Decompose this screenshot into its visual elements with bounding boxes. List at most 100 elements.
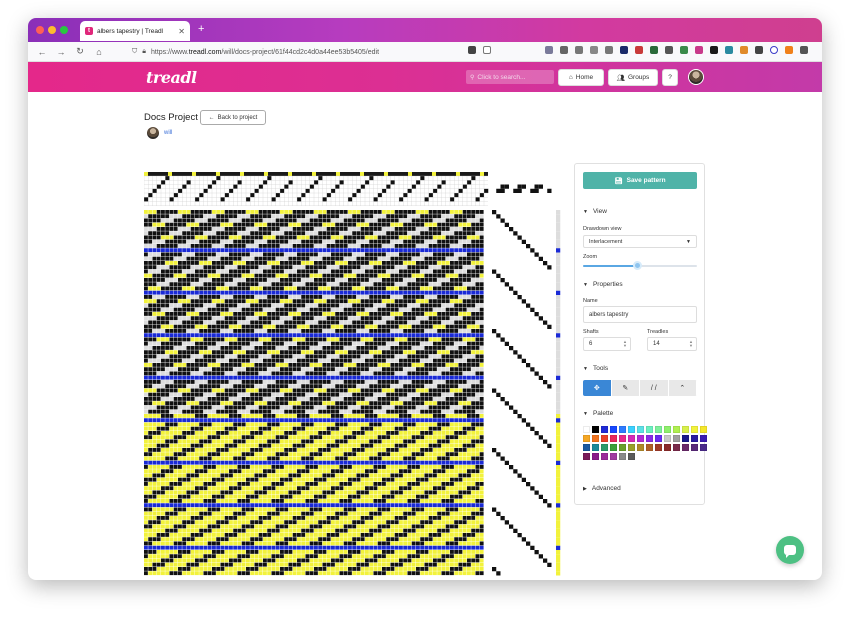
properties-section-toggle[interactable]: ▼ Properties — [583, 281, 623, 288]
extension-6-icon[interactable] — [695, 46, 703, 54]
palette-swatch[interactable] — [592, 426, 599, 433]
back-arrow-icon[interactable]: ← — [37, 47, 47, 57]
extension-9-icon[interactable] — [755, 46, 763, 54]
palette-swatch[interactable] — [619, 435, 626, 442]
help-button[interactable]: ? — [662, 69, 678, 86]
palette-swatch[interactable] — [664, 435, 671, 442]
save-pattern-button[interactable]: 💾︎ Save pattern — [583, 172, 697, 189]
chat-button[interactable] — [776, 536, 804, 564]
shafts-stepper[interactable]: 6 ▲ ▼ — [583, 337, 631, 351]
palette-swatch[interactable] — [664, 426, 671, 433]
screenshot-icon[interactable] — [605, 46, 613, 54]
extension-1-icon[interactable] — [620, 46, 628, 54]
stepper-arrows-icon[interactable]: ▲ ▼ — [689, 340, 693, 348]
qr-icon[interactable] — [468, 46, 476, 54]
minimize-window-icon[interactable] — [48, 26, 56, 34]
owner-link[interactable]: will — [164, 130, 172, 136]
forward-arrow-icon[interactable]: → — [56, 47, 66, 57]
palette-swatch[interactable] — [673, 444, 680, 451]
palette-swatch[interactable] — [601, 426, 608, 433]
pocket-icon[interactable] — [545, 46, 553, 54]
palette-swatch[interactable] — [646, 435, 653, 442]
palette-swatch[interactable] — [628, 426, 635, 433]
palette-swatch[interactable] — [601, 453, 608, 460]
paint-tool-button[interactable]: ✎ — [611, 380, 640, 396]
palette-swatch[interactable] — [619, 426, 626, 433]
extension-2-icon[interactable] — [635, 46, 643, 54]
bookmark-star-icon[interactable] — [483, 46, 491, 54]
palette-swatch[interactable] — [673, 435, 680, 442]
palette-swatch[interactable] — [583, 444, 590, 451]
palette-swatch[interactable] — [700, 444, 707, 451]
download-icon[interactable] — [560, 46, 568, 54]
palette-swatch[interactable] — [628, 444, 635, 451]
home-button[interactable]: ⌂ Home — [558, 69, 604, 86]
palette-swatch[interactable] — [610, 453, 617, 460]
name-field[interactable]: albers tapestry — [583, 306, 697, 323]
palette-swatch[interactable] — [592, 453, 599, 460]
browser-tab[interactable]: t albers tapestry | Treadl ✕ — [80, 21, 190, 41]
search-input[interactable]: ⚲ Click to search... — [466, 70, 554, 84]
palette-swatch[interactable] — [583, 426, 590, 433]
palette-swatch[interactable] — [691, 444, 698, 451]
palette-swatch[interactable] — [637, 435, 644, 442]
owner-avatar[interactable] — [146, 126, 160, 140]
palette-swatch[interactable] — [646, 444, 653, 451]
metamask-icon[interactable] — [740, 46, 748, 54]
library-icon[interactable] — [575, 46, 583, 54]
extension-7-icon[interactable] — [710, 46, 718, 54]
palette-swatch[interactable] — [700, 435, 707, 442]
point-line-tool-button[interactable]: ⌃ — [668, 380, 697, 396]
zoom-slider[interactable] — [583, 261, 697, 270]
palette-swatch[interactable] — [628, 435, 635, 442]
palette-swatch[interactable] — [610, 435, 617, 442]
user-avatar[interactable] — [688, 69, 704, 85]
advanced-section-toggle[interactable]: ▶ Advanced — [583, 485, 621, 492]
palette-swatch[interactable] — [682, 426, 689, 433]
straight-line-tool-button[interactable]: / / — [640, 380, 669, 396]
treadles-stepper[interactable]: 14 ▲ ▼ — [647, 337, 697, 351]
palette-swatch[interactable] — [610, 444, 617, 451]
palette-swatch[interactable] — [601, 444, 608, 451]
maximize-window-icon[interactable] — [60, 26, 68, 34]
treadl-logo[interactable]: treadl — [146, 68, 197, 87]
groups-button[interactable]: 👥︎ Groups — [608, 69, 658, 86]
palette-swatch[interactable] — [592, 435, 599, 442]
palette-swatch[interactable] — [655, 426, 662, 433]
palette-swatch[interactable] — [646, 426, 653, 433]
close-window-icon[interactable] — [36, 26, 44, 34]
extension-4-icon[interactable] — [665, 46, 673, 54]
palette-swatch[interactable] — [619, 453, 626, 460]
palette-swatch[interactable] — [637, 444, 644, 451]
new-tab-icon[interactable]: + — [198, 23, 204, 35]
palette-swatch[interactable] — [601, 435, 608, 442]
palette-swatch[interactable] — [673, 426, 680, 433]
menu-icon[interactable] — [800, 46, 808, 54]
palette-swatch[interactable] — [682, 435, 689, 442]
extension-11-icon[interactable] — [785, 46, 793, 54]
tab-close-icon[interactable]: ✕ — [178, 27, 185, 36]
extension-3-icon[interactable] — [650, 46, 658, 54]
palette-swatch[interactable] — [583, 453, 590, 460]
zoom-slider-thumb[interactable] — [632, 261, 642, 270]
home-icon[interactable]: ⌂ — [94, 47, 104, 57]
palette-swatch[interactable] — [682, 444, 689, 451]
palette-swatch[interactable] — [700, 426, 707, 433]
palette-swatch[interactable] — [664, 444, 671, 451]
stepper-arrows-icon[interactable]: ▲ ▼ — [623, 340, 627, 348]
palette-swatch[interactable] — [691, 426, 698, 433]
palette-swatch[interactable] — [619, 444, 626, 451]
url-bar[interactable]: ⛉ 🔒︎ https://www. treadl.com/will/docs-pr… — [132, 45, 502, 59]
extension-8-icon[interactable] — [725, 46, 733, 54]
palette-swatch[interactable] — [583, 435, 590, 442]
back-to-project-button[interactable]: ← Back to project — [200, 110, 266, 125]
drawdown-view-select[interactable]: Interlacement ▼ — [583, 235, 697, 248]
palette-swatch[interactable] — [691, 435, 698, 442]
palette-swatch[interactable] — [637, 426, 644, 433]
pan-tool-button[interactable]: ✥ — [583, 380, 612, 396]
extension-10-icon[interactable] — [770, 46, 778, 54]
palette-section-toggle[interactable]: ▼ Palette — [583, 410, 613, 417]
palette-swatch[interactable] — [655, 435, 662, 442]
sidebar-icon[interactable] — [590, 46, 598, 54]
palette-swatch[interactable] — [628, 453, 635, 460]
